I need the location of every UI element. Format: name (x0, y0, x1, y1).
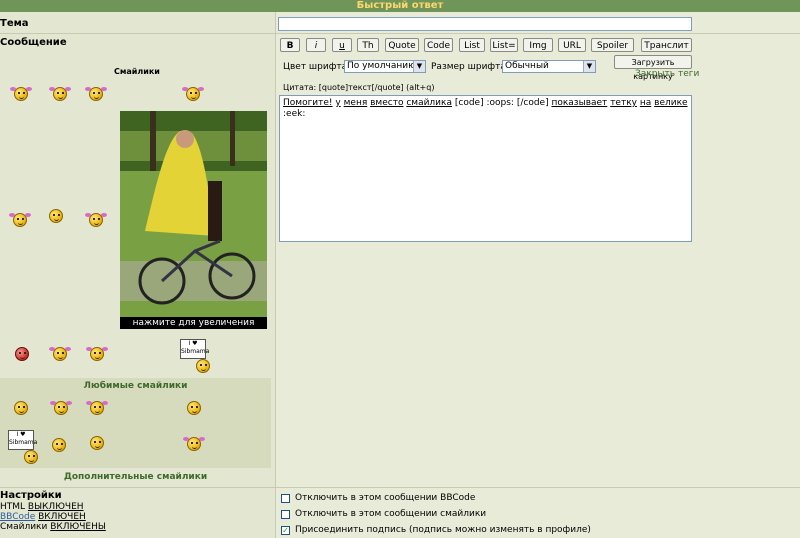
font-size-select[interactable]: Обычный ▼ (502, 60, 596, 73)
message-textarea[interactable]: Помогите! у меня вместо смайлика [code] … (279, 95, 692, 242)
smiley-icon[interactable] (49, 209, 63, 223)
list-numbered-button[interactable]: List= (490, 38, 518, 52)
attach-signature-checkbox[interactable]: ✓ (281, 526, 290, 535)
smilies-setting-label: Смайлики (0, 522, 48, 532)
subject-input[interactable] (278, 17, 692, 31)
i-love-sibmama-icon[interactable]: I ♥ Sibmama (8, 430, 38, 450)
smiley-icon[interactable] (182, 87, 204, 101)
angry-smiley-icon[interactable] (15, 347, 29, 361)
sunglasses-smiley-icon[interactable] (52, 438, 66, 452)
smiley-icon[interactable] (10, 87, 32, 101)
sign-text: I ♥ Sibmama (9, 431, 38, 446)
smiley-icon[interactable] (50, 401, 72, 415)
font-color-label: Цвет шрифта: (283, 62, 351, 72)
bold-button[interactable]: B (280, 38, 300, 52)
message-word: велике (654, 98, 688, 108)
photo-caption: нажмите для увеличения (132, 318, 255, 328)
quote-hint: Цитата: [quote]текст[/quote] (alt+q) (283, 83, 435, 92)
html-status: ВЫКЛЮЧЕН (27, 502, 84, 512)
smiley-icon[interactable] (9, 213, 31, 227)
img-button[interactable]: Img (523, 38, 553, 52)
th-button[interactable]: Th (357, 38, 379, 52)
smiley-icon[interactable] (24, 450, 38, 464)
message-word: смайлика (406, 98, 452, 108)
bbcode-status: ВКЛЮЧЕН (38, 512, 86, 522)
list-button[interactable]: List (459, 38, 485, 52)
message-word: вместо (370, 98, 404, 108)
italic-button[interactable]: i (306, 38, 326, 52)
message-word: меня (343, 98, 368, 108)
smiley-icon[interactable] (85, 213, 107, 227)
smilies-status: ВКЛЮЧЕНЫ (50, 522, 106, 532)
smiley-icon[interactable] (85, 87, 107, 101)
disable-smilies-label: Отключить в этом сообщении смайлики (295, 509, 487, 519)
quote-button[interactable]: Quote (385, 38, 419, 52)
disable-smilies-checkbox[interactable] (281, 510, 290, 519)
message-word: тетку (610, 98, 637, 108)
smiley-icon[interactable] (86, 401, 108, 415)
translit-button[interactable]: Транслит (641, 38, 692, 52)
settings-heading: Настройки (0, 490, 62, 501)
bbcode-setting: BBCode ВКЛЮЧЕН (0, 512, 86, 522)
quick-reply-title: Быстрый ответ (0, 0, 800, 12)
message-word: на (639, 98, 652, 108)
smiley-icon[interactable] (187, 401, 201, 415)
message-word: :eek: (283, 109, 306, 119)
column-divider (275, 12, 276, 538)
chevron-down-icon: ▼ (413, 61, 425, 72)
check-icon: ✓ (282, 526, 289, 535)
disable-bbcode-checkbox[interactable] (281, 494, 290, 503)
favorite-smilies-label[interactable]: Любимые смайлики (0, 381, 271, 391)
smiley-icon[interactable] (49, 87, 71, 101)
smiley-icon[interactable] (90, 436, 104, 450)
html-label: HTML (0, 502, 26, 512)
message-word: у (335, 98, 341, 108)
font-size-value: Обычный (505, 61, 549, 71)
subject-label: Тема (0, 18, 29, 29)
disable-bbcode-label: Отключить в этом сообщении BBCode (295, 493, 476, 503)
font-size-label: Размер шрифта: (431, 62, 509, 72)
upload-image-button[interactable]: Загрузить картинку (614, 55, 692, 81)
smiley-icon[interactable] (86, 347, 108, 361)
smiley-icon[interactable] (196, 359, 210, 373)
bike-photo-thumbnail[interactable]: нажмите для увеличения (120, 111, 267, 329)
spoiler-button[interactable]: Spoiler (591, 38, 634, 52)
attach-signature-label: Присоединить подпись (подпись можно изме… (295, 525, 591, 535)
smiley-icon[interactable] (14, 401, 28, 415)
more-smilies-link[interactable]: Дополнительные смайлики (0, 472, 271, 482)
font-color-select[interactable]: По умолчанию ▼ (344, 60, 426, 73)
url-button[interactable]: URL (558, 38, 586, 52)
row-divider (276, 487, 800, 488)
message-word: показывает (551, 98, 608, 108)
chevron-down-icon: ▼ (583, 61, 595, 72)
row-divider (0, 33, 800, 34)
font-color-value: По умолчанию (347, 61, 416, 71)
underline-button[interactable]: u (332, 38, 352, 52)
code-button[interactable]: Code (424, 38, 453, 52)
message-label: Сообщение (0, 37, 67, 48)
favorite-smilies-panel (0, 378, 271, 468)
bbcode-link[interactable]: BBCode (0, 512, 35, 522)
close-tags-link[interactable]: Закрыть теги (635, 69, 699, 79)
message-word: [/code] (516, 98, 549, 108)
html-setting: HTML ВЫКЛЮЧЕН (0, 502, 84, 512)
i-love-sibmama-icon[interactable]: I ♥ Sibmama (180, 339, 210, 359)
smiley-icon[interactable] (183, 437, 205, 451)
message-word: [code] (454, 98, 484, 108)
sign-text: I ♥ Sibmama (181, 340, 210, 355)
smilies-heading: Смайлики (114, 67, 160, 76)
message-word: Помогите! (283, 98, 333, 108)
smiley-icon[interactable] (49, 347, 71, 361)
message-word: :oops: (486, 98, 514, 108)
smilies-setting: Смайлики ВКЛЮЧЕНЫ (0, 522, 106, 532)
